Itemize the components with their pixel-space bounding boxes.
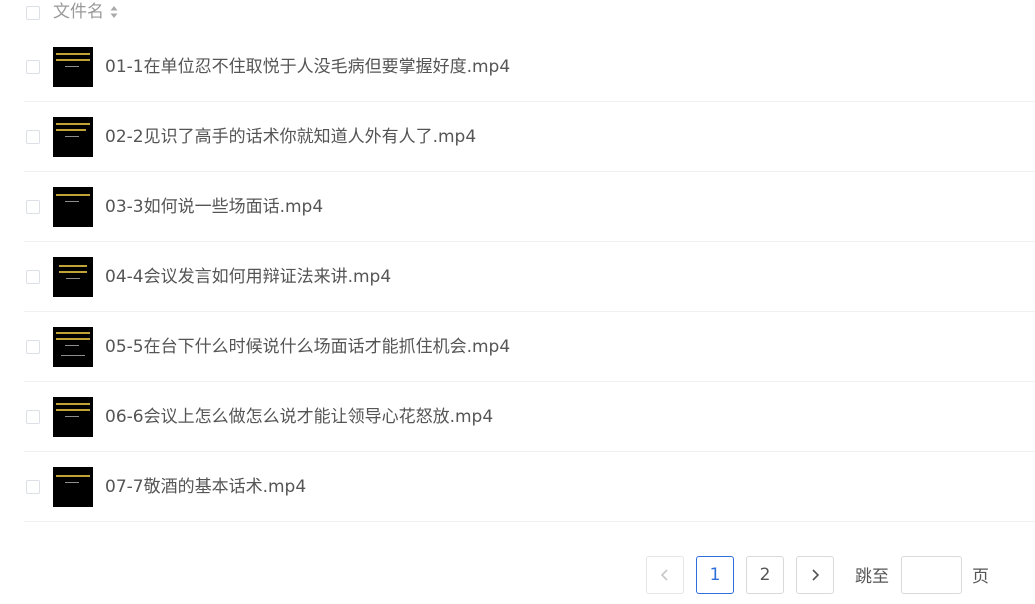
- file-row[interactable]: 07-7敬酒的基本话术.mp4: [24, 452, 1035, 522]
- file-row[interactable]: 02-2见识了高手的话术你就知道人外有人了.mp4: [24, 102, 1035, 172]
- next-page-button[interactable]: [796, 556, 834, 594]
- prev-page-button[interactable]: [646, 556, 684, 594]
- file-row[interactable]: 04-4会议发言如何用辩证法来讲.mp4: [24, 242, 1035, 312]
- file-name[interactable]: 05-5在台下什么时候说什么场面话才能抓住机会.mp4: [105, 335, 510, 359]
- file-name[interactable]: 01-1在单位忍不住取悦于人没毛病但要掌握好度.mp4: [105, 55, 510, 79]
- file-name[interactable]: 02-2见识了高手的话术你就知道人外有人了.mp4: [105, 125, 476, 149]
- row-checkbox[interactable]: [26, 130, 40, 144]
- file-name[interactable]: 06-6会议上怎么做怎么说才能让领导心花怒放.mp4: [105, 405, 493, 429]
- page-suffix-label: 页: [972, 567, 989, 587]
- video-thumbnail: [53, 187, 93, 227]
- file-row[interactable]: 05-5在台下什么时候说什么场面话才能抓住机会.mp4: [24, 312, 1035, 382]
- file-name[interactable]: 07-7敬酒的基本话术.mp4: [105, 475, 306, 499]
- row-checkbox[interactable]: [26, 340, 40, 354]
- row-checkbox[interactable]: [26, 410, 40, 424]
- video-thumbnail: [53, 467, 93, 507]
- row-checkbox[interactable]: [26, 60, 40, 74]
- video-thumbnail: [53, 47, 93, 87]
- chevron-right-icon: [812, 569, 820, 581]
- file-name[interactable]: 03-3如何说一些场面话.mp4: [105, 195, 323, 219]
- page-1-button[interactable]: 1: [696, 556, 734, 594]
- video-thumbnail: [53, 397, 93, 437]
- sort-icon[interactable]: [110, 3, 118, 21]
- row-checkbox[interactable]: [26, 200, 40, 214]
- select-all-checkbox[interactable]: [26, 6, 40, 20]
- file-row[interactable]: 06-6会议上怎么做怎么说才能让领导心花怒放.mp4: [24, 382, 1035, 452]
- chevron-left-icon: [660, 569, 668, 581]
- file-row[interactable]: 03-3如何说一些场面话.mp4: [24, 172, 1035, 242]
- video-thumbnail: [53, 327, 93, 367]
- video-thumbnail: [53, 257, 93, 297]
- column-header-filename[interactable]: 文件名: [53, 1, 104, 23]
- file-row[interactable]: 01-1在单位忍不住取悦于人没毛病但要掌握好度.mp4: [24, 32, 1035, 102]
- row-checkbox[interactable]: [26, 270, 40, 284]
- file-name[interactable]: 04-4会议发言如何用辩证法来讲.mp4: [105, 265, 391, 289]
- video-thumbnail: [53, 117, 93, 157]
- jump-page-input[interactable]: [901, 556, 962, 594]
- row-checkbox[interactable]: [26, 480, 40, 494]
- page-2-button[interactable]: 2: [746, 556, 784, 594]
- jump-to-label: 跳至: [855, 567, 889, 587]
